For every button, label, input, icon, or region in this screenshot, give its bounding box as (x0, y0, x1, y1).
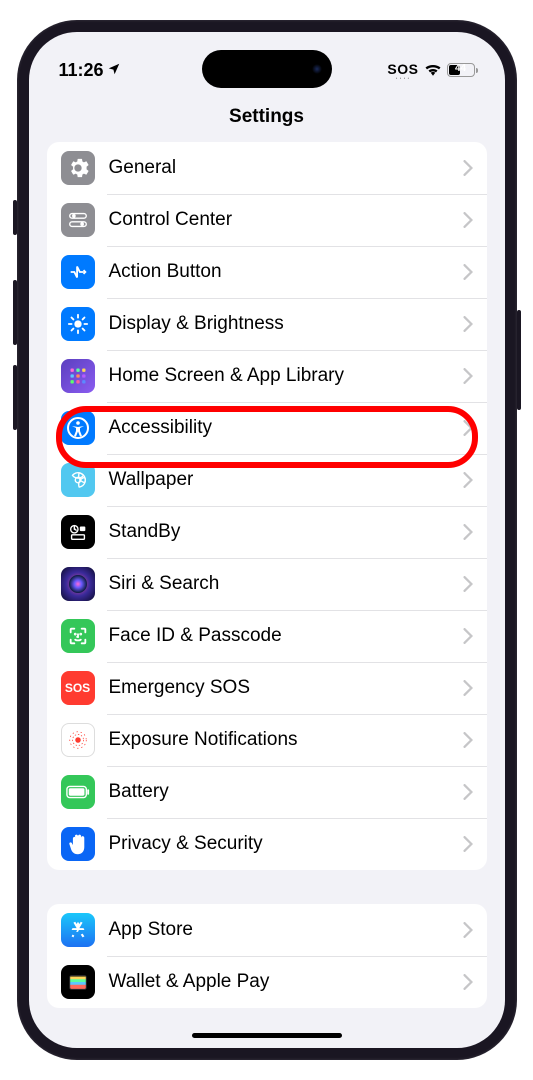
battery-icon (61, 775, 95, 809)
wallet-icon (61, 965, 95, 999)
row-control-center[interactable]: Control Center (47, 194, 487, 246)
dynamic-island (202, 50, 332, 88)
row-label: Wallpaper (109, 469, 463, 491)
action-button-icon (61, 255, 95, 289)
row-label: App Store (109, 919, 463, 941)
standby-icon (61, 515, 95, 549)
switches-icon (61, 203, 95, 237)
chevron-right-icon (463, 212, 473, 228)
battery-indicator: 44 (447, 63, 475, 77)
privacy-icon (61, 827, 95, 861)
row-wallet-apple-pay[interactable]: Wallet & Apple Pay (47, 956, 487, 1008)
row-label: Action Button (109, 261, 463, 283)
chevron-right-icon (463, 680, 473, 696)
screen: 11:26 SOS • • • • 44 (29, 32, 505, 1048)
sos-indicator: SOS (387, 61, 418, 77)
row-label: Face ID & Passcode (109, 625, 463, 647)
chevron-right-icon (463, 576, 473, 592)
chevron-right-icon (463, 264, 473, 280)
row-label: Display & Brightness (109, 313, 463, 335)
row-siri-search[interactable]: Siri & Search (47, 558, 487, 610)
row-action-button[interactable]: Action Button (47, 246, 487, 298)
chevron-right-icon (463, 836, 473, 852)
row-privacy-security[interactable]: Privacy & Security (47, 818, 487, 870)
sos-icon: SOS (61, 671, 95, 705)
location-icon (107, 62, 121, 79)
chevron-right-icon (463, 784, 473, 800)
row-app-store[interactable]: App Store (47, 904, 487, 956)
row-display-brightness[interactable]: Display & Brightness (47, 298, 487, 350)
accessibility-icon (61, 411, 95, 445)
chevron-right-icon (463, 974, 473, 990)
home-indicator[interactable] (192, 1033, 342, 1038)
row-label: Emergency SOS (109, 677, 463, 699)
row-wallpaper[interactable]: Wallpaper (47, 454, 487, 506)
row-home-screen[interactable]: Home Screen & App Library (47, 350, 487, 402)
chevron-right-icon (463, 368, 473, 384)
status-time: 11:26 (59, 60, 104, 81)
row-label: Accessibility (109, 417, 463, 439)
faceid-icon (61, 619, 95, 653)
chevron-right-icon (463, 922, 473, 938)
chevron-right-icon (463, 524, 473, 540)
row-label: Battery (109, 781, 463, 803)
row-label: Control Center (109, 209, 463, 231)
settings-group: App Store Wallet & Apple Pay (47, 904, 487, 1008)
row-battery[interactable]: Battery (47, 766, 487, 818)
chevron-right-icon (463, 316, 473, 332)
chevron-right-icon (463, 420, 473, 436)
siri-icon (61, 567, 95, 601)
gear-icon (61, 151, 95, 185)
row-exposure-notifications[interactable]: Exposure Notifications (47, 714, 487, 766)
row-label: Home Screen & App Library (109, 365, 463, 387)
exposure-icon (61, 723, 95, 757)
row-label: Wallet & Apple Pay (109, 971, 463, 993)
brightness-icon (61, 307, 95, 341)
chevron-right-icon (463, 160, 473, 176)
phone-frame: 11:26 SOS • • • • 44 (17, 20, 517, 1060)
chevron-right-icon (463, 732, 473, 748)
home-screen-icon (61, 359, 95, 393)
row-label: Privacy & Security (109, 833, 463, 855)
wallpaper-icon (61, 463, 95, 497)
page-title: Settings (29, 90, 505, 142)
row-label: Exposure Notifications (109, 729, 463, 751)
row-label: Siri & Search (109, 573, 463, 595)
row-emergency-sos[interactable]: SOS Emergency SOS (47, 662, 487, 714)
settings-list[interactable]: General Control Center Action Button (29, 142, 505, 1008)
row-accessibility[interactable]: Accessibility (47, 402, 487, 454)
appstore-icon (61, 913, 95, 947)
chevron-right-icon (463, 628, 473, 644)
row-label: StandBy (109, 521, 463, 543)
row-general[interactable]: General (47, 142, 487, 194)
wifi-icon (424, 60, 442, 81)
row-faceid-passcode[interactable]: Face ID & Passcode (47, 610, 487, 662)
chevron-right-icon (463, 472, 473, 488)
settings-group: General Control Center Action Button (47, 142, 487, 870)
row-label: General (109, 157, 463, 179)
row-standby[interactable]: StandBy (47, 506, 487, 558)
